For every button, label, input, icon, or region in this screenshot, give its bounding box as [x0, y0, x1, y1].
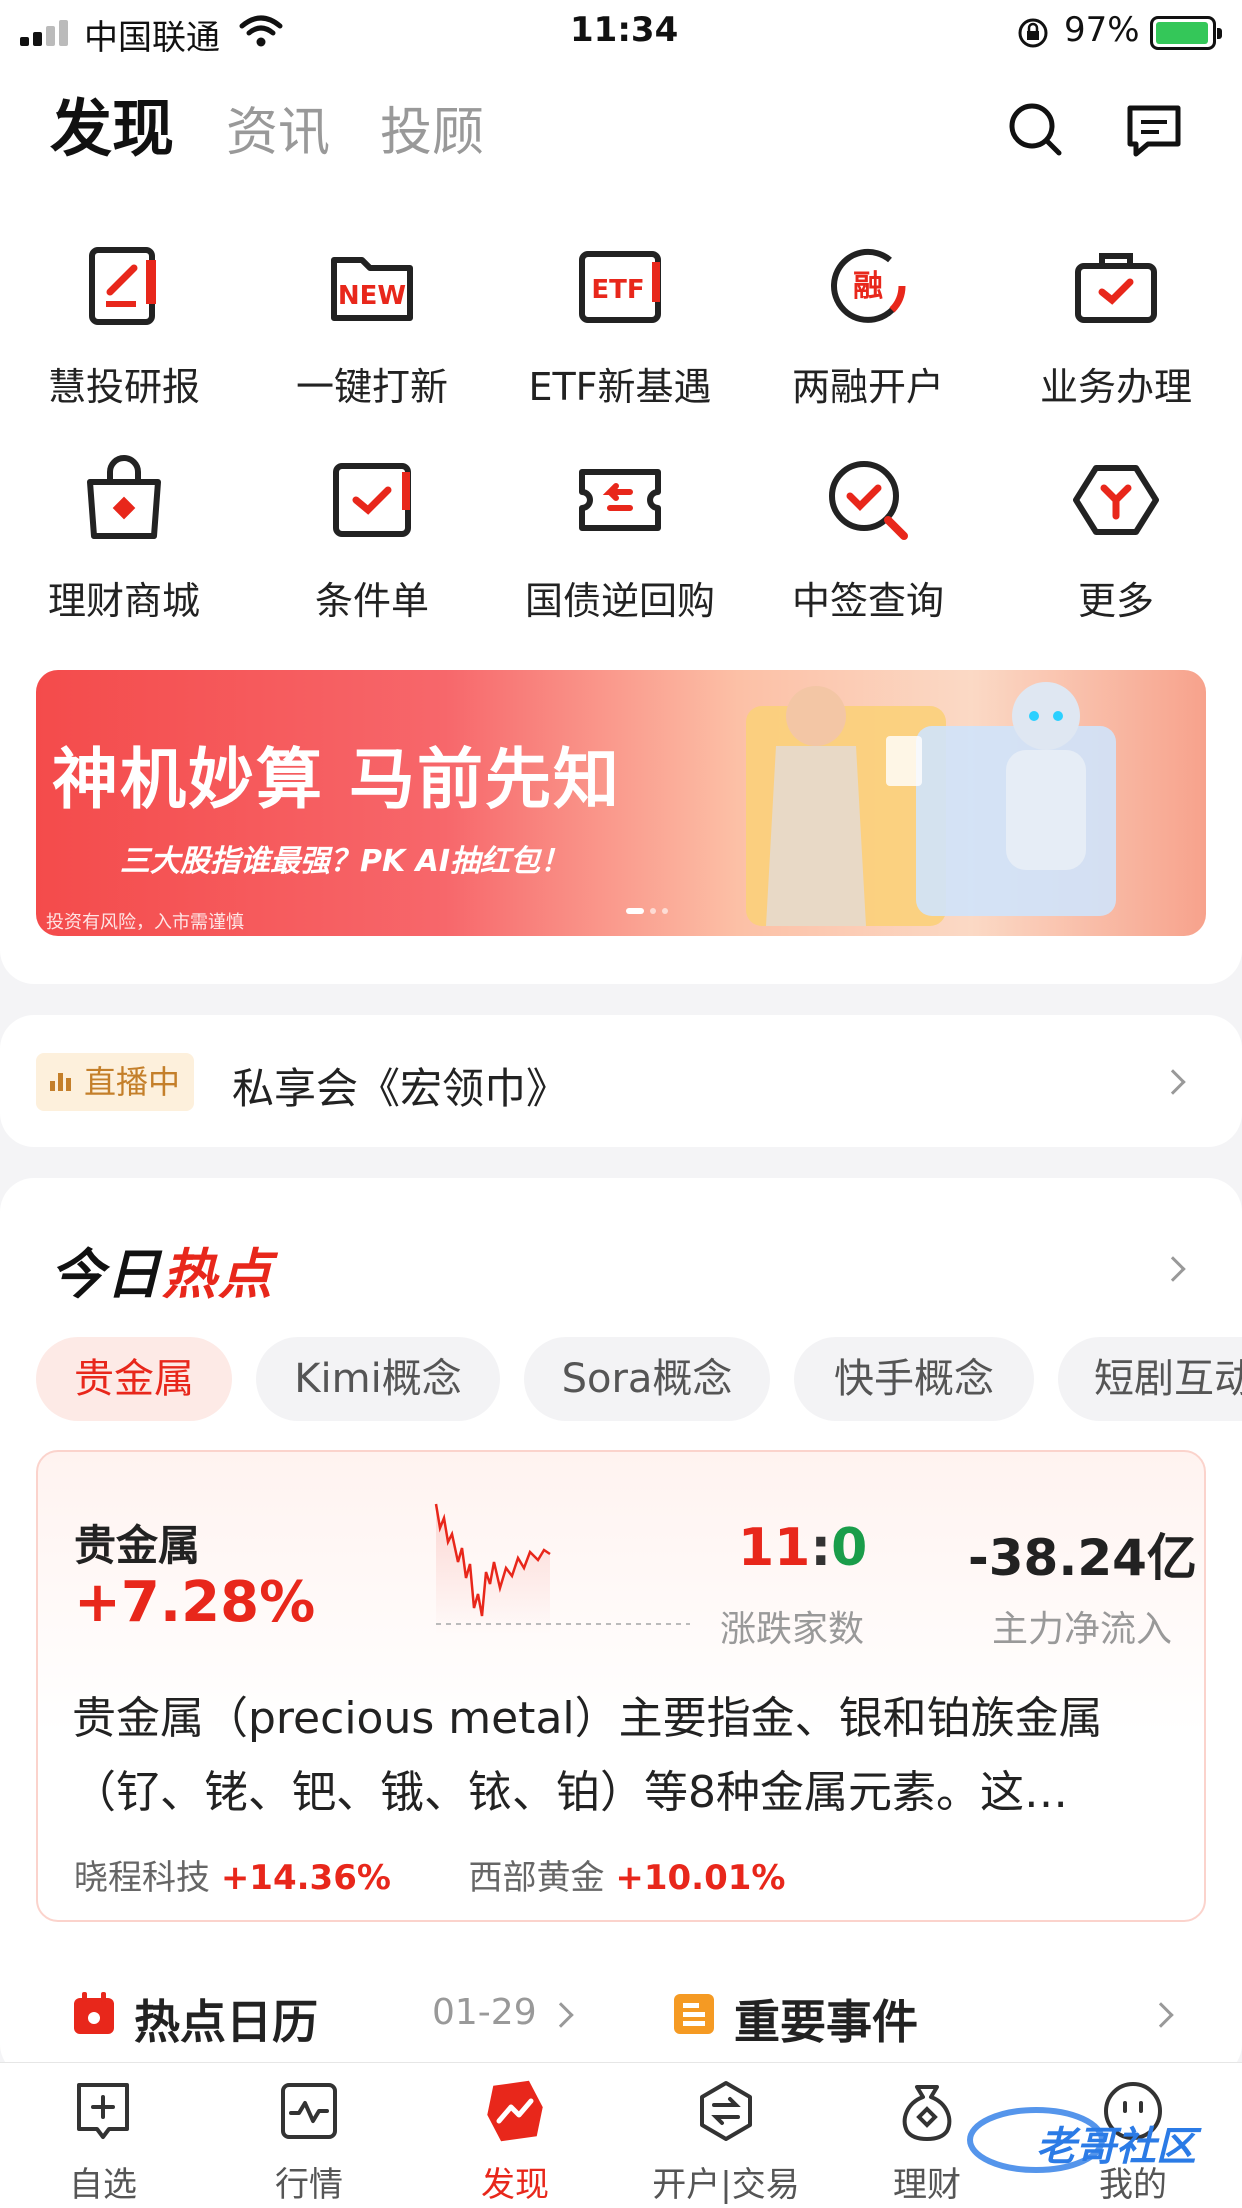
tab-discover[interactable]: 发现 — [50, 78, 174, 168]
chevron-right-icon[interactable] — [1160, 1256, 1186, 1282]
live-stream-card[interactable]: 直播中 私享会《宏领巾》 — [0, 1015, 1242, 1147]
chevron-right-icon — [1148, 2002, 1174, 2028]
svg-text:ETF: ETF — [591, 275, 644, 305]
business-bag-icon — [1068, 238, 1164, 334]
topic-change: +7.28% — [74, 1570, 316, 1635]
trade-icon — [694, 2079, 758, 2143]
money-bag-icon — [895, 2079, 959, 2143]
header: 发现 资讯 投顾 — [0, 64, 1242, 184]
nav-watchlist[interactable]: 自选 — [28, 2079, 178, 2206]
grid-item-business[interactable]: 业务办理 — [992, 238, 1240, 411]
intraday-sparkline — [434, 1503, 690, 1634]
condition-order-icon — [324, 452, 420, 548]
new-folder-icon: NEW — [324, 238, 420, 334]
chip-kuaishou[interactable]: 快手概念 — [794, 1337, 1034, 1421]
more-icon — [1068, 452, 1164, 548]
nav-discover[interactable]: 发现 — [440, 2079, 590, 2206]
topic-detail-card[interactable]: 贵金属 +7.28% 11:0 涨跌家数 -38.24亿 主力净流入 贵金属（p… — [36, 1450, 1206, 1922]
svg-text:NEW: NEW — [338, 281, 406, 311]
lottery-check-icon — [820, 452, 916, 548]
live-bars-icon — [50, 1073, 72, 1091]
stock-change: +14.36% — [220, 1858, 391, 1898]
tab-advisor[interactable]: 投顾 — [380, 90, 484, 165]
bond-repo-icon — [572, 452, 668, 548]
wifi-icon — [239, 15, 283, 47]
banner-illustration — [746, 682, 1116, 926]
leading-stocks: 晓程科技 +14.36% 西部黄金 +10.01% — [74, 1850, 785, 1899]
live-title: 私享会《宏领巾》 — [232, 1064, 569, 1113]
message-icon[interactable] — [1124, 100, 1184, 160]
nav-market[interactable]: 行情 — [234, 2079, 384, 2206]
net-inflow: -38.24亿 — [968, 1529, 1197, 1587]
promo-banner[interactable]: 神机妙算 马前先知 三大股指谁最强？PK AI抽红包！ 投资有风险，入市需谨慎 — [36, 670, 1206, 936]
watermark: 老哥社区 — [966, 2100, 1226, 2180]
shopping-bag-icon — [76, 452, 172, 548]
report-icon — [76, 238, 172, 334]
chevron-right-icon — [1160, 1069, 1186, 1095]
topic-description: 贵金属（precious metal）主要指金、银和铂族金属（钌、铑、钯、锇、铱… — [72, 1693, 1103, 1818]
grid-item-more[interactable]: 更多 — [992, 452, 1240, 625]
svg-text:融: 融 — [853, 269, 883, 304]
grid-item-lottery-check[interactable]: 中签查询 — [744, 452, 992, 625]
grid-item-ipo-subscribe[interactable]: NEW 一键打新 — [248, 238, 496, 411]
calendar-date: 01-29 — [432, 1992, 537, 2033]
tab-news[interactable]: 资讯 — [226, 90, 330, 165]
stock-change: +10.01% — [615, 1858, 786, 1898]
live-badge: 直播中 — [36, 1053, 194, 1111]
battery-percent: 97% — [1064, 10, 1140, 50]
chevron-right-icon — [548, 2002, 574, 2028]
signal-icon — [20, 20, 76, 46]
stock-name[interactable]: 晓程科技 — [74, 1858, 210, 1898]
grid-item-condition-order[interactable]: 条件单 — [248, 452, 496, 625]
grid-item-wealth-mall[interactable]: 理财商城 — [0, 452, 248, 625]
net-inflow-label: 主力净流入 — [992, 1609, 1173, 1650]
margin-icon: 融 — [820, 238, 916, 334]
status-bar: 中国联通 11:34 97% — [0, 0, 1242, 64]
grid-item-bond-repo[interactable]: 国债逆回购 — [496, 452, 744, 625]
banner-subtitle: 三大股指谁最强？PK AI抽红包！ — [120, 844, 571, 879]
topic-name: 贵金属 — [74, 1521, 201, 1570]
market-icon — [277, 2079, 341, 2143]
chip-precious-metal[interactable]: 贵金属 — [36, 1337, 232, 1421]
events-title: 重要事件 — [734, 1995, 918, 2049]
grid-item-margin-account[interactable]: 融 两融开户 — [744, 238, 992, 411]
banner-title: 神机妙算 马前先知 — [52, 740, 621, 818]
hot-title: 今日热点 — [50, 1243, 274, 1306]
orientation-lock-icon — [1018, 18, 1048, 48]
battery-icon — [1150, 16, 1222, 50]
stock-name[interactable]: 西部黄金 — [469, 1858, 605, 1898]
chip-short-drama[interactable]: 短剧互动 — [1058, 1337, 1242, 1421]
carrier-label: 中国联通 — [84, 18, 220, 58]
chip-sora[interactable]: Sora概念 — [524, 1337, 770, 1421]
nav-trade[interactable]: 开户|交易 — [646, 2079, 806, 2206]
discover-icon — [483, 2079, 547, 2143]
grid-item-etf[interactable]: ETF ETF新基遇 — [496, 238, 744, 411]
hot-topics-card: 今日热点 贵金属 Kimi概念 Sora概念 快手概念 短剧互动 贵金属 +7.… — [0, 1178, 1242, 2078]
banner-disclaimer: 投资有风险，入市需谨慎 — [46, 912, 244, 933]
calendar-icon — [74, 1992, 114, 2034]
clock: 11:34 — [570, 10, 679, 50]
quick-access-panel: 慧投研报 NEW 一键打新 ETF ETF新基遇 融 两融开户 业务办理 理财商… — [0, 184, 1242, 984]
grid-item-research-report[interactable]: 慧投研报 — [0, 238, 248, 411]
search-icon[interactable] — [1006, 100, 1066, 160]
chip-kimi[interactable]: Kimi概念 — [256, 1337, 500, 1421]
calendar-title: 热点日历 — [134, 1995, 318, 2049]
advance-decline-label: 涨跌家数 — [720, 1609, 865, 1650]
banner-page-indicator — [626, 908, 644, 914]
watchlist-icon — [71, 2079, 135, 2143]
advance-decline: 11:0 — [738, 1518, 868, 1578]
events-icon — [674, 1994, 714, 2034]
etf-icon: ETF — [572, 238, 668, 334]
